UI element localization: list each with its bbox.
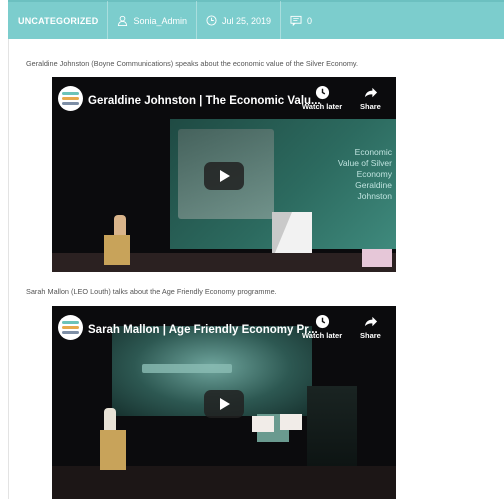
video-title[interactable]: Geraldine Johnston | The Economic Valu..… (88, 95, 321, 107)
category-label: UNCATEGORIZED (18, 15, 99, 26)
date-link[interactable]: Jul 25, 2019 (197, 1, 282, 40)
content-border (8, 39, 9, 499)
share-label: Share (360, 331, 381, 340)
slide-text: Economic Value of Silver Economy Geraldi… (337, 147, 392, 201)
channel-logo[interactable] (58, 86, 83, 111)
stage-screen-right (307, 386, 357, 466)
lectern (104, 235, 130, 265)
clock-icon (206, 15, 217, 26)
post-date: Jul 25, 2019 (221, 15, 272, 26)
play-button[interactable] (204, 162, 244, 190)
channel-logo[interactable] (58, 315, 83, 340)
youtube-embed[interactable]: Economic Value of Silver Economy Geraldi… (52, 77, 396, 272)
share-button[interactable]: Share (360, 314, 381, 340)
clock-icon (315, 85, 330, 100)
user-icon (117, 15, 128, 26)
stage-chair (362, 249, 392, 267)
stage-chair (252, 416, 274, 432)
share-label: Share (360, 102, 381, 111)
slide-url-bar (142, 364, 232, 373)
category-link[interactable]: UNCATEGORIZED (8, 1, 109, 40)
share-button[interactable]: Share (360, 85, 381, 111)
watch-later-label: Watch later (302, 102, 343, 111)
comment-icon (290, 15, 302, 26)
video-title[interactable]: Sarah Mallon | Age Friendly Economy Pr..… (88, 324, 318, 336)
author-name: Sonia_Admin (133, 15, 187, 26)
youtube-embed[interactable]: Sarah Mallon | Age Friendly Economy Pr..… (52, 306, 396, 499)
video-caption: Sarah Mallon (LEO Louth) talks about the… (26, 287, 277, 296)
stage-floor (52, 466, 396, 499)
comments-link[interactable]: 0 (281, 1, 321, 40)
watch-later-button[interactable]: Watch later (302, 314, 342, 340)
lectern (100, 430, 126, 470)
share-arrow-icon (363, 85, 378, 100)
video-caption: Geraldine Johnston (Boyne Communications… (26, 59, 359, 68)
post-meta-bar: UNCATEGORIZED Sonia_Admin Jul 25, 2019 0 (8, 0, 504, 40)
watch-later-label: Watch later (302, 331, 343, 340)
author-link[interactable]: Sonia_Admin (108, 1, 197, 40)
play-button[interactable] (204, 390, 244, 418)
comment-count: 0 (307, 15, 313, 26)
share-arrow-icon (363, 314, 378, 329)
watch-later-button[interactable]: Watch later (302, 85, 342, 111)
stage-chair (280, 414, 302, 430)
clock-icon (315, 314, 330, 329)
